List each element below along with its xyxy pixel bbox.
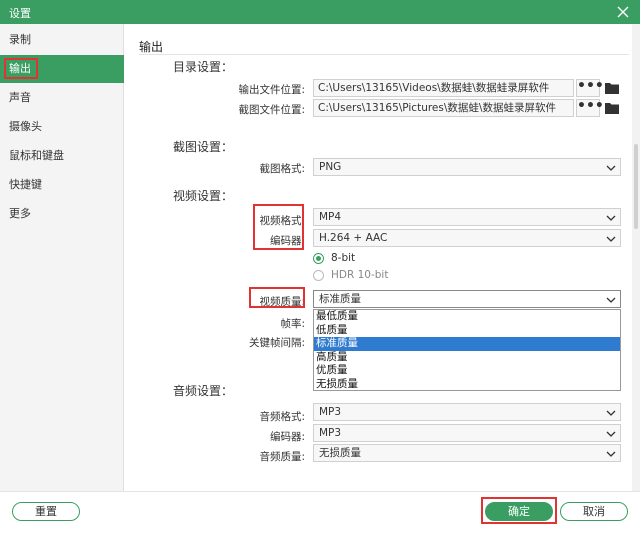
- audio-quality-label: 音频质量:: [259, 451, 305, 463]
- screenshot-browse-button[interactable]: •••: [576, 99, 604, 117]
- output-path-label: 输出文件位置:: [238, 84, 305, 96]
- settings-content: 输出 目录设置： 输出文件位置: C:\Users\13165\Videos\数…: [125, 24, 640, 491]
- chevron-down-icon: [606, 233, 616, 243]
- audio-quality-value: 无损质量: [319, 447, 361, 459]
- radio-8bit-label: 8-bit: [331, 252, 356, 264]
- cancel-button[interactable]: 取消: [560, 502, 628, 521]
- radio-hdr10bit-label: HDR 10-bit: [331, 269, 389, 281]
- video-format-label: 视频格式:: [259, 215, 305, 227]
- screenshot-folder-icon[interactable]: [604, 101, 620, 115]
- footer: 重置 确定 取消: [0, 491, 640, 533]
- output-folder-icon[interactable]: [604, 81, 620, 95]
- video-encoder-select[interactable]: H.264 + AAC: [313, 229, 621, 247]
- sidebar-item-mouse-keyboard[interactable]: 鼠标和键盘: [0, 142, 124, 170]
- title-bar: 设置: [0, 0, 640, 24]
- video-quality-label: 视频质量:: [259, 296, 305, 308]
- sidebar-item-record[interactable]: 录制: [0, 26, 124, 54]
- audio-format-select[interactable]: MP3: [313, 403, 621, 421]
- screenshot-format-value: PNG: [319, 161, 342, 173]
- video-encoder-label: 编码器:: [269, 235, 305, 247]
- directory-heading: 目录设置：: [173, 60, 234, 74]
- video-quality-value: 标准质量: [319, 293, 361, 305]
- radio-8bit[interactable]: [313, 253, 324, 264]
- screenshot-heading: 截图设置：: [173, 140, 234, 154]
- audio-encoder-value: MP3: [319, 427, 342, 439]
- chevron-down-icon: [606, 428, 616, 438]
- audio-format-label: 音频格式:: [259, 411, 305, 423]
- section-title: 输出: [139, 40, 164, 54]
- chevron-down-icon: [606, 212, 616, 222]
- keyframe-interval-label: 关键帧间隔:: [248, 337, 305, 349]
- video-quality-select[interactable]: 标准质量: [313, 290, 621, 308]
- chevron-down-icon: [606, 448, 616, 458]
- quality-option-low[interactable]: 低质量: [314, 324, 620, 338]
- audio-heading: 音频设置：: [173, 384, 234, 398]
- quality-option-high[interactable]: 高质量: [314, 351, 620, 365]
- screenshot-format-select[interactable]: PNG: [313, 158, 621, 176]
- close-icon[interactable]: [614, 3, 632, 21]
- scrollbar-thumb[interactable]: [634, 144, 638, 229]
- audio-encoder-label: 编码器:: [269, 431, 305, 443]
- sidebar-item-output[interactable]: 输出: [0, 55, 124, 83]
- framerate-label: 帧率:: [280, 318, 305, 330]
- sidebar-item-hotkeys[interactable]: 快捷键: [0, 171, 124, 199]
- sidebar-item-sound[interactable]: 声音: [0, 84, 124, 112]
- chevron-down-icon: [606, 407, 616, 417]
- ok-button[interactable]: 确定: [485, 502, 553, 521]
- video-quality-dropdown: 最低质量 低质量 标准质量 高质量 优质量 无损质量: [313, 309, 621, 391]
- screenshot-format-label: 截图格式:: [259, 163, 305, 175]
- audio-encoder-select[interactable]: MP3: [313, 424, 621, 442]
- scrollbar[interactable]: [632, 24, 640, 491]
- window-title: 设置: [9, 7, 31, 20]
- quality-option-lossless[interactable]: 无损质量: [314, 378, 620, 392]
- chevron-down-icon: [606, 294, 616, 304]
- video-format-value: MP4: [319, 211, 342, 223]
- video-heading: 视频设置：: [173, 189, 234, 203]
- sidebar-item-more[interactable]: 更多: [0, 200, 124, 228]
- quality-option-excellent[interactable]: 优质量: [314, 364, 620, 378]
- sidebar: 录制 输出 声音 摄像头 鼠标和键盘 快捷键 更多: [0, 24, 124, 491]
- sidebar-item-camera[interactable]: 摄像头: [0, 113, 124, 141]
- audio-format-value: MP3: [319, 406, 342, 418]
- output-browse-button[interactable]: •••: [576, 79, 604, 97]
- chevron-down-icon: [606, 162, 616, 172]
- screenshot-path-field[interactable]: C:\Users\13165\Pictures\数据蛙\数据蛙录屏软件: [313, 99, 574, 117]
- radio-hdr10bit[interactable]: [313, 270, 324, 281]
- section-divider: [139, 54, 629, 55]
- video-format-select[interactable]: MP4: [313, 208, 621, 226]
- reset-button[interactable]: 重置: [12, 502, 80, 521]
- video-encoder-value: H.264 + AAC: [319, 232, 388, 244]
- quality-option-lowest[interactable]: 最低质量: [314, 310, 620, 324]
- quality-option-standard[interactable]: 标准质量: [314, 337, 620, 351]
- screenshot-path-label: 截图文件位置:: [238, 104, 305, 116]
- audio-quality-select[interactable]: 无损质量: [313, 444, 621, 462]
- output-path-field[interactable]: C:\Users\13165\Videos\数据蛙\数据蛙录屏软件: [313, 79, 574, 97]
